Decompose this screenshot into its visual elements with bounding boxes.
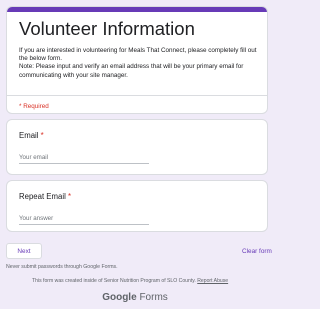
google-wordmark: Google: [102, 292, 137, 303]
created-inside-text: This form was created inside of Senior N…: [32, 278, 196, 284]
email-question-card: Email *: [6, 119, 268, 175]
form-header-card: Volunteer Information If you are interes…: [6, 6, 268, 114]
required-asterisk: *: [67, 192, 72, 201]
email-label-text: Email: [19, 131, 39, 140]
required-asterisk: *: [40, 131, 44, 140]
repeat-email-input[interactable]: [19, 212, 149, 225]
repeat-email-label-text: Repeat Email: [19, 192, 66, 201]
required-note: * Required: [19, 103, 49, 110]
form-title: Volunteer Information: [19, 18, 195, 39]
repeat-email-label: Repeat Email *: [19, 192, 71, 201]
form-description-line-1: If you are interested in volunteering fo…: [19, 47, 257, 63]
repeat-email-question-card: Repeat Email *: [6, 180, 268, 232]
form-description: If you are interested in volunteering fo…: [19, 47, 265, 80]
password-warning: Never submit passwords through Google Fo…: [6, 264, 118, 270]
form-description-line-2: Note: Please input and verify an email a…: [19, 63, 244, 79]
footer-note: This form was created inside of Senior N…: [32, 278, 228, 284]
header-divider: [7, 95, 267, 96]
next-button[interactable]: Next: [6, 243, 42, 259]
forms-wordmark: Forms: [139, 292, 168, 303]
clear-form-link[interactable]: Clear form: [242, 248, 272, 255]
google-forms-logo[interactable]: Google Forms: [0, 292, 270, 303]
report-abuse-link[interactable]: Report Abuse: [197, 278, 228, 284]
email-input[interactable]: [19, 151, 149, 164]
email-label: Email *: [19, 131, 44, 140]
accent-bar: [7, 7, 267, 12]
